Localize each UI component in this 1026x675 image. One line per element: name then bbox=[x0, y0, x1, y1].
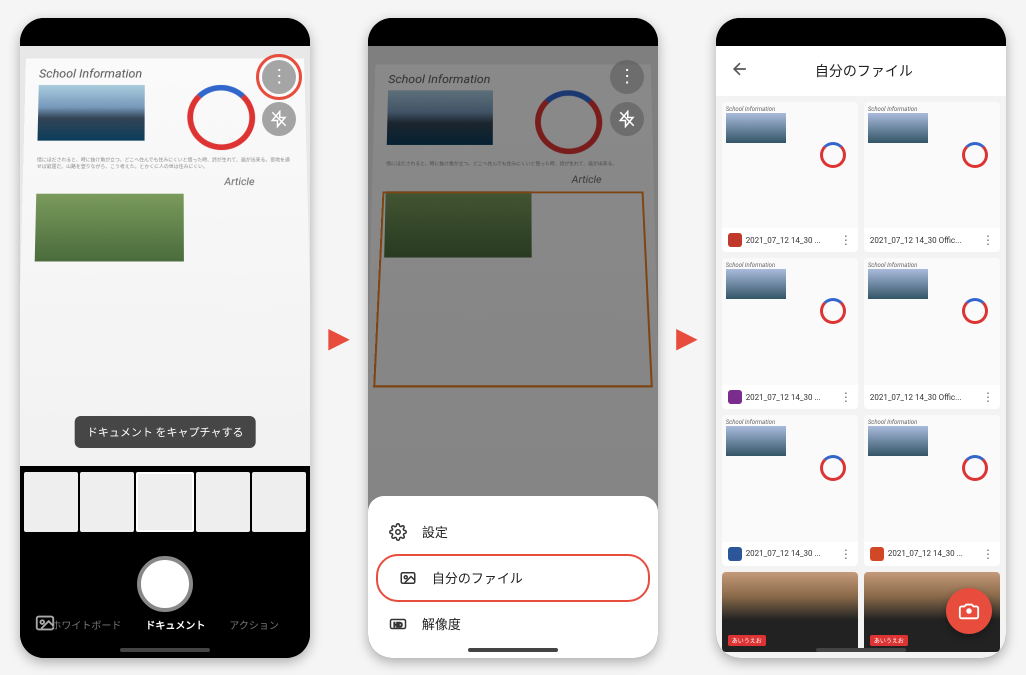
file-more-button[interactable]: ⋮ bbox=[840, 390, 852, 404]
mode-whiteboard[interactable]: ホワイトボード bbox=[51, 617, 121, 632]
file-name: 2021_07_12 14_30 Offic... bbox=[870, 236, 978, 245]
powerpoint-icon bbox=[870, 547, 884, 561]
file-more-button[interactable]: ⋮ bbox=[982, 390, 994, 404]
file-grid: School Information 2021_07_12 14_30 ... … bbox=[716, 96, 1006, 658]
flash-toggle-button[interactable] bbox=[610, 102, 644, 136]
thumbnail[interactable] bbox=[252, 472, 306, 532]
phone-screen-1: School Information 情にほだされると、時に抜け角が立つ。どこへ… bbox=[20, 18, 310, 658]
image-icon bbox=[398, 568, 418, 588]
flash-toggle-button[interactable] bbox=[262, 102, 296, 136]
menu-label: 自分のファイル bbox=[432, 568, 523, 587]
doc-heading: School Information bbox=[39, 67, 292, 81]
file-card[interactable]: School Information 2021_07_12 14_30 ... … bbox=[722, 258, 858, 409]
step-arrow-icon: ▶ bbox=[328, 321, 350, 354]
thumbnail[interactable] bbox=[196, 472, 250, 532]
thumbnail[interactable] bbox=[24, 472, 78, 532]
step-arrow-icon: ▶ bbox=[676, 321, 698, 354]
mode-document[interactable]: ドキュメント bbox=[145, 617, 205, 632]
file-card[interactable]: School Information 2021_07_12 14_30 ... … bbox=[722, 102, 858, 253]
status-bar bbox=[20, 18, 310, 46]
phone-screen-2: School Information 情にほだされると、時に抜け角が立つ。どこへ… bbox=[368, 18, 658, 658]
more-menu-button[interactable]: ⋮ bbox=[262, 60, 296, 94]
file-card[interactable]: School Information 2021_07_12 14_30 ... … bbox=[864, 415, 1000, 566]
doc-chart bbox=[187, 84, 256, 149]
file-card[interactable]: School Information 2021_07_12 14_30 Offi… bbox=[864, 102, 1000, 253]
bottom-sheet-menu: 設定 自分のファイル HD 解像度 bbox=[368, 496, 658, 658]
word-icon bbox=[728, 547, 742, 561]
camera-viewport: School Information 情にほだされると、時に抜け角が立つ。どこへ… bbox=[20, 46, 310, 538]
status-bar bbox=[368, 18, 658, 46]
doc-photo-2 bbox=[35, 193, 184, 261]
file-card[interactable]: School Information 2021_07_12 14_30 ... … bbox=[722, 415, 858, 566]
menu-item-my-files[interactable]: 自分のファイル bbox=[376, 554, 650, 602]
doc-photo bbox=[37, 84, 144, 140]
menu-label: 設定 bbox=[422, 522, 448, 541]
header: 自分のファイル bbox=[716, 46, 1006, 96]
file-more-button[interactable]: ⋮ bbox=[982, 547, 994, 561]
page-title: 自分のファイル bbox=[764, 61, 964, 81]
thumbnail-selected[interactable] bbox=[136, 472, 194, 532]
camera-controls: ホワイトボード ドキュメント アクション bbox=[20, 538, 310, 658]
menu-label: 解像度 bbox=[422, 614, 461, 633]
more-menu-button[interactable]: ⋮ bbox=[610, 60, 644, 94]
file-name: 2021_07_12 14_30 ... bbox=[746, 549, 836, 558]
hd-icon: HD bbox=[388, 614, 408, 634]
capture-hint-label: ドキュメント をキャプチャする bbox=[75, 416, 256, 448]
file-card[interactable]: あいうえお bbox=[722, 572, 858, 652]
thumbnail[interactable] bbox=[80, 472, 134, 532]
mode-action[interactable]: アクション bbox=[229, 617, 279, 632]
phone-screen-3: 自分のファイル School Information 2021_07_12 14… bbox=[716, 18, 1006, 658]
doc-body-text: 情にほだされると、時に抜け角が立つ。どこへ住んでも住みにくいと悟った時、詩が生れ… bbox=[37, 157, 294, 169]
file-more-button[interactable]: ⋮ bbox=[840, 233, 852, 247]
file-more-button[interactable]: ⋮ bbox=[840, 547, 852, 561]
menu-item-settings[interactable]: 設定 bbox=[368, 510, 658, 554]
mode-selector[interactable]: ホワイトボード ドキュメント アクション bbox=[20, 617, 310, 632]
onenote-icon bbox=[728, 390, 742, 404]
shutter-button[interactable] bbox=[137, 556, 193, 612]
home-indicator bbox=[816, 648, 906, 652]
recent-thumbnails bbox=[20, 466, 310, 538]
file-browser: 自分のファイル School Information 2021_07_12 14… bbox=[716, 46, 1006, 658]
gear-icon bbox=[388, 522, 408, 542]
pdf-icon bbox=[728, 233, 742, 247]
home-indicator bbox=[120, 648, 210, 652]
menu-item-resolution[interactable]: HD 解像度 bbox=[368, 602, 658, 646]
file-name: 2021_07_12 14_30 ... bbox=[746, 236, 836, 245]
keyboard-thumbnail: あいうえお bbox=[722, 572, 858, 652]
file-name: 2021_07_12 14_30 ... bbox=[888, 549, 978, 558]
back-button[interactable] bbox=[730, 59, 750, 83]
file-name: 2021_07_12 14_30 Offic... bbox=[870, 393, 978, 402]
camera-fab-button[interactable] bbox=[946, 588, 992, 634]
doc-subtitle: Article bbox=[36, 175, 294, 187]
svg-text:HD: HD bbox=[394, 623, 403, 629]
home-indicator bbox=[468, 648, 558, 652]
status-bar bbox=[716, 18, 1006, 46]
file-more-button[interactable]: ⋮ bbox=[982, 233, 994, 247]
file-name: 2021_07_12 14_30 ... bbox=[746, 393, 836, 402]
file-card[interactable]: School Information 2021_07_12 14_30 Offi… bbox=[864, 258, 1000, 409]
